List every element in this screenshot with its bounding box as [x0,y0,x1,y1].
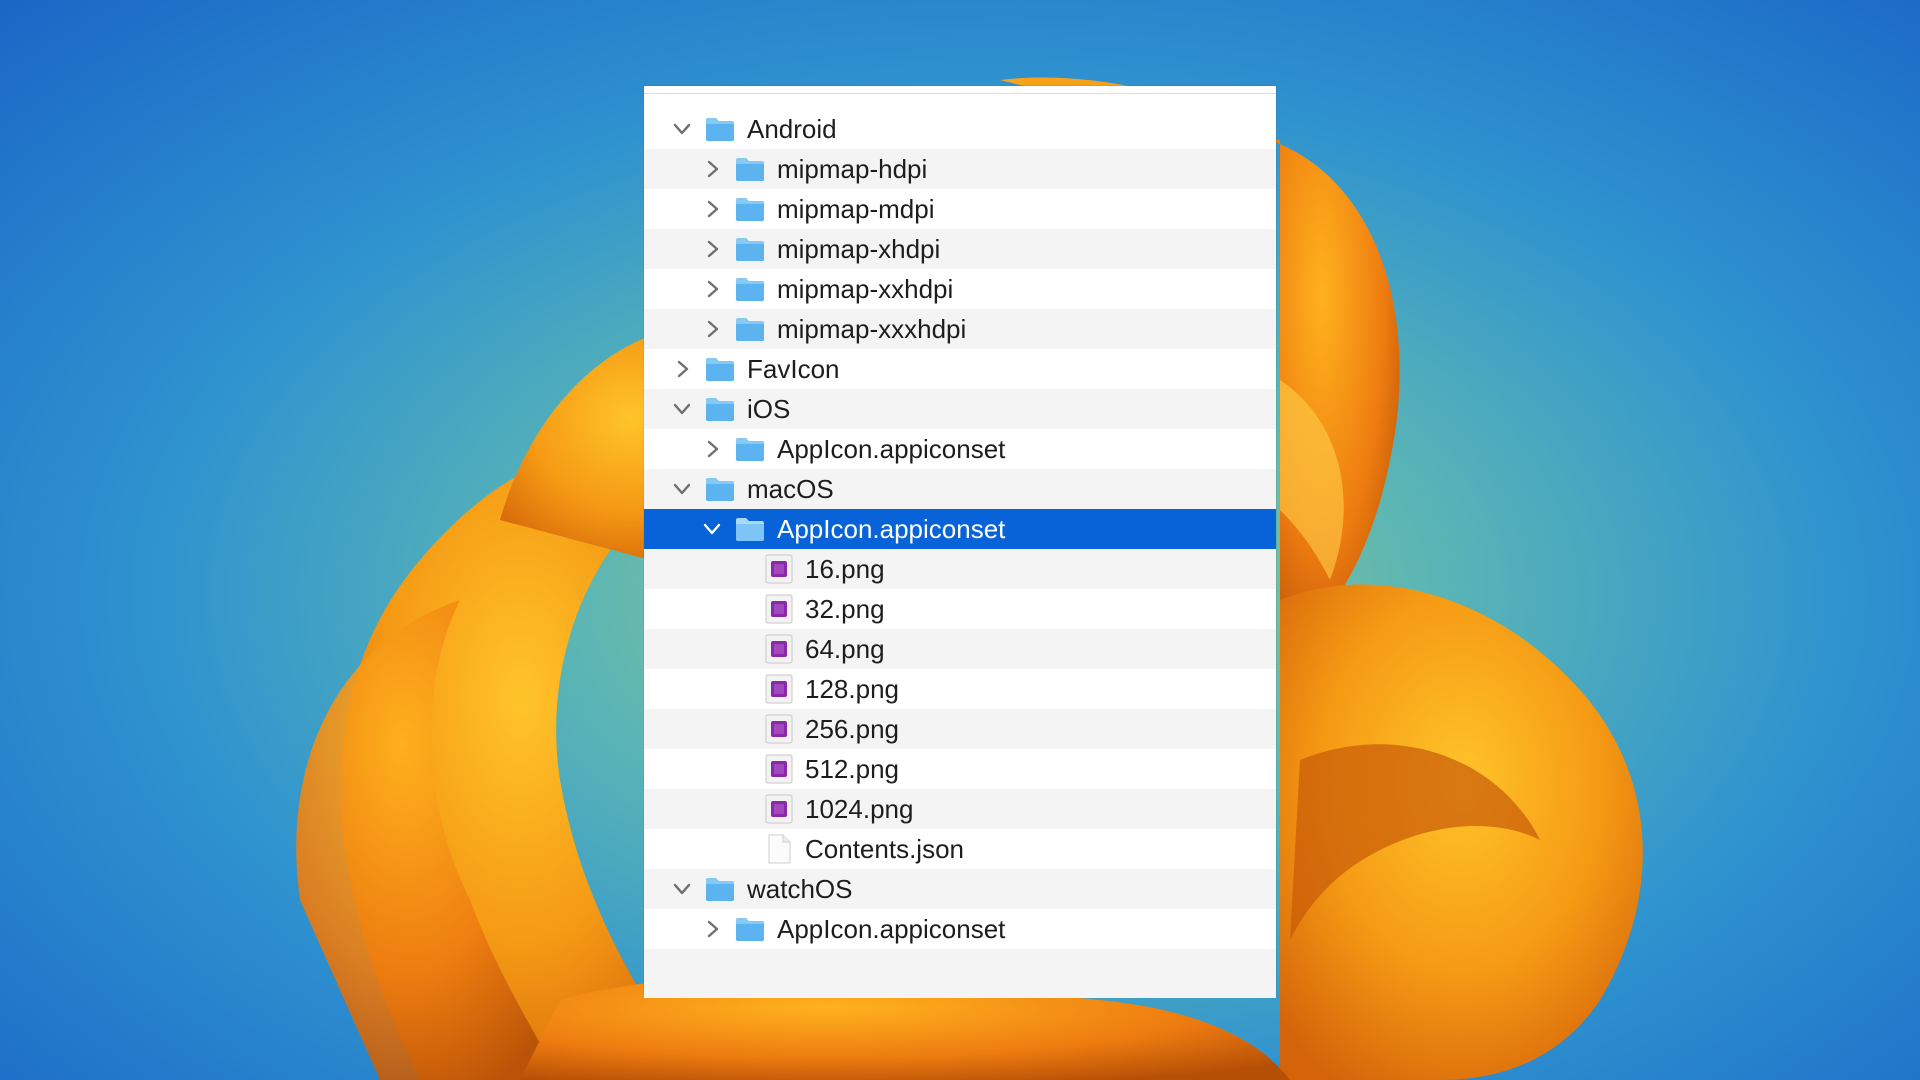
folder-icon [705,116,735,142]
tree-row-label: 1024.png [805,793,914,824]
tree-row-label: FavIcon [747,353,840,384]
chevron-right-icon[interactable] [671,358,693,380]
chevron-right-icon[interactable] [701,318,723,340]
png-file-icon [765,674,793,704]
tree-row-folder-appicon-appiconset[interactable]: AppIcon.appiconset [644,429,1276,469]
tree-row-file-16-png[interactable]: 16.png [644,549,1276,589]
tree-row-file-512-png[interactable]: 512.png [644,749,1276,789]
tree-row-folder-watchos[interactable]: watchOS [644,869,1276,909]
folder-icon [735,236,765,262]
folder-icon [705,876,735,902]
chevron-right-icon[interactable] [701,278,723,300]
tree-row-folder-mipmap-xxhdpi[interactable]: mipmap-xxhdpi [644,269,1276,309]
tree-row-folder-android[interactable]: Android [644,109,1276,149]
tree-row-label: Contents.json [805,833,964,864]
folder-icon [705,476,735,502]
tree-row-folder-favicon[interactable]: FavIcon [644,349,1276,389]
folder-icon [735,436,765,462]
file-tree: Android mipmap-hdpi mipmap-mdpi mipmap-xhdp… [644,109,1276,998]
tree-row-label: 128.png [805,673,899,704]
tree-row-folder-appicon-appiconset[interactable]: AppIcon.appiconset [644,509,1276,549]
folder-icon [735,276,765,302]
png-file-icon [765,754,793,784]
tree-row-label: AppIcon.appiconset [777,433,1006,464]
tree-row-label: watchOS [747,873,853,904]
folder-icon [735,916,765,942]
tree-row-label: mipmap-xxhdpi [777,273,954,304]
tree-row-label: 16.png [805,553,885,584]
chevron-down-icon[interactable] [671,878,693,900]
chevron-right-icon[interactable] [701,238,723,260]
folder-icon [735,196,765,222]
tree-row-label: 512.png [805,753,899,784]
tree-row-label: iOS [747,393,791,424]
tree-row-label: AppIcon.appiconset [777,513,1006,544]
folder-icon [735,516,765,542]
folder-icon [735,316,765,342]
tree-row-label: AppIcon.appiconset [777,913,1006,944]
chevron-right-icon[interactable] [701,918,723,940]
folder-icon [705,356,735,382]
finder-file-tree-window: Android mipmap-hdpi mipmap-mdpi mipmap-xhdp… [644,86,1276,998]
tree-row-file-contents-json[interactable]: Contents.json [644,829,1276,869]
tree-row-label: 64.png [805,633,885,664]
tree-row-label: mipmap-hdpi [777,153,928,184]
tree-empty-area [644,949,1276,998]
tree-row-folder-mipmap-mdpi[interactable]: mipmap-mdpi [644,189,1276,229]
png-file-icon [765,594,793,624]
tree-row-label: 256.png [805,713,899,744]
png-file-icon [765,554,793,584]
tree-row-folder-mipmap-xxxhdpi[interactable]: mipmap-xxxhdpi [644,309,1276,349]
tree-row-file-256-png[interactable]: 256.png [644,709,1276,749]
tree-row-folder-appicon-appiconset[interactable]: AppIcon.appiconset [644,909,1276,949]
tree-row-folder-ios[interactable]: iOS [644,389,1276,429]
chevron-down-icon[interactable] [671,398,693,420]
chevron-right-icon[interactable] [701,438,723,460]
document-icon [765,834,793,864]
chevron-right-icon[interactable] [701,198,723,220]
tree-row-file-32-png[interactable]: 32.png [644,589,1276,629]
chevron-down-icon[interactable] [671,478,693,500]
folder-icon [705,396,735,422]
tree-row-folder-macos[interactable]: macOS [644,469,1276,509]
chevron-right-icon[interactable] [701,158,723,180]
tree-row-label: mipmap-xhdpi [777,233,941,264]
png-file-icon [765,634,793,664]
chevron-down-icon[interactable] [701,518,723,540]
tree-row-label: macOS [747,473,834,504]
png-file-icon [765,714,793,744]
chevron-down-icon[interactable] [671,118,693,140]
png-file-icon [765,794,793,824]
tree-row-folder-mipmap-hdpi[interactable]: mipmap-hdpi [644,149,1276,189]
tree-row-file-128-png[interactable]: 128.png [644,669,1276,709]
tree-row-folder-mipmap-xhdpi[interactable]: mipmap-xhdpi [644,229,1276,269]
tree-row-label: mipmap-mdpi [777,193,935,224]
tree-row-label: mipmap-xxxhdpi [777,313,967,344]
tree-row-file-1024-png[interactable]: 1024.png [644,789,1276,829]
panel-top-divider [644,86,1276,94]
tree-row-label: 32.png [805,593,885,624]
tree-row-file-64-png[interactable]: 64.png [644,629,1276,669]
folder-icon [735,156,765,182]
tree-row-label: Android [747,113,837,144]
